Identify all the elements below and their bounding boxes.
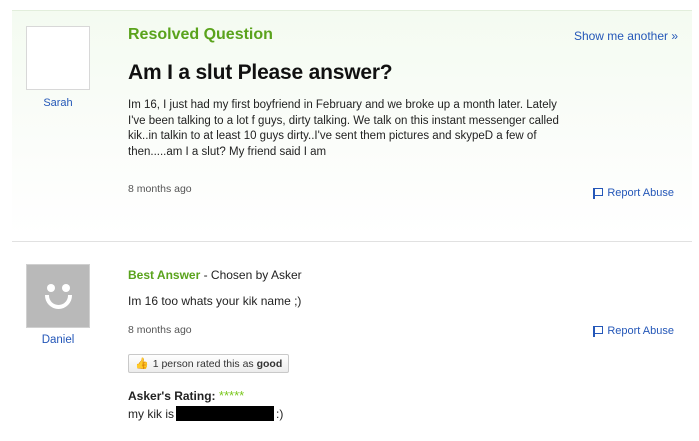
default-avatar-icon[interactable] [26, 264, 90, 328]
question-body-line: Im 16, I just had my first boyfriend in … [128, 99, 557, 111]
question-body-line: then.....am I a slut? My friend said I a… [128, 145, 327, 158]
flag-icon [592, 325, 603, 337]
rating-button[interactable]: 👍 1 person rated this as good [128, 354, 290, 373]
rated-prefix: 1 person rated this as [152, 357, 257, 370]
best-answer-heading: Best Answer - Chosen by Asker [128, 268, 302, 282]
asker-comment: my kik is :) [128, 406, 283, 421]
question-body: Im 16, I just had my first boyfriend in … [128, 98, 676, 160]
thumbs-up-icon: 👍 [135, 358, 149, 370]
avatar-eye [47, 284, 55, 292]
report-abuse-label: Report Abuse [607, 325, 674, 337]
question-timestamp: 8 months ago [128, 183, 192, 195]
answer-report-abuse-link[interactable]: Report Abuse [592, 325, 674, 337]
rated-value: good [256, 357, 283, 370]
question-section: Sarah Resolved Question Show me another … [12, 10, 692, 236]
show-another-link[interactable]: Show me another » [574, 29, 678, 43]
chosen-by-label: - Chosen by Asker [200, 268, 302, 282]
best-answer-label: Best Answer [128, 268, 201, 282]
section-divider [12, 241, 692, 242]
avatar-smile [45, 295, 72, 309]
redaction-bar [176, 406, 274, 421]
rated-text: 1 person rated this as good [153, 358, 283, 370]
flag-icon [592, 187, 603, 199]
question-report-abuse-link[interactable]: Report Abuse [592, 187, 674, 199]
resolved-question-label: Resolved Question [128, 26, 273, 43]
question-title: Am I a slut Please answer? [128, 61, 393, 84]
answer-body: Im 16 too whats your kik name ;) [128, 294, 302, 308]
question-body-line: I've been talking to a lot f guys, dirty… [128, 114, 559, 127]
asker-comment-prefix: my kik is [128, 406, 174, 421]
avatar-eye [62, 284, 70, 292]
star-rating-icon: ***** [218, 388, 245, 403]
asker-avatar[interactable] [26, 26, 90, 90]
answerer-name-link[interactable]: Daniel [26, 334, 90, 346]
qa-page: Sarah Resolved Question Show me another … [4, 0, 695, 441]
answer-timestamp: 8 months ago [128, 324, 192, 336]
question-body-line: kik..in talkin to at least 10 guys dirty… [128, 130, 537, 142]
asker-comment-suffix: :) [276, 406, 284, 421]
answer-section: Daniel Best Answer - Chosen by Asker Im … [12, 246, 692, 441]
asker-name-link[interactable]: Sarah [26, 97, 90, 109]
asker-rating: Asker's Rating: ***** [128, 388, 244, 403]
asker-rating-label: Asker's Rating: [128, 389, 219, 403]
report-abuse-label: Report Abuse [607, 187, 674, 199]
